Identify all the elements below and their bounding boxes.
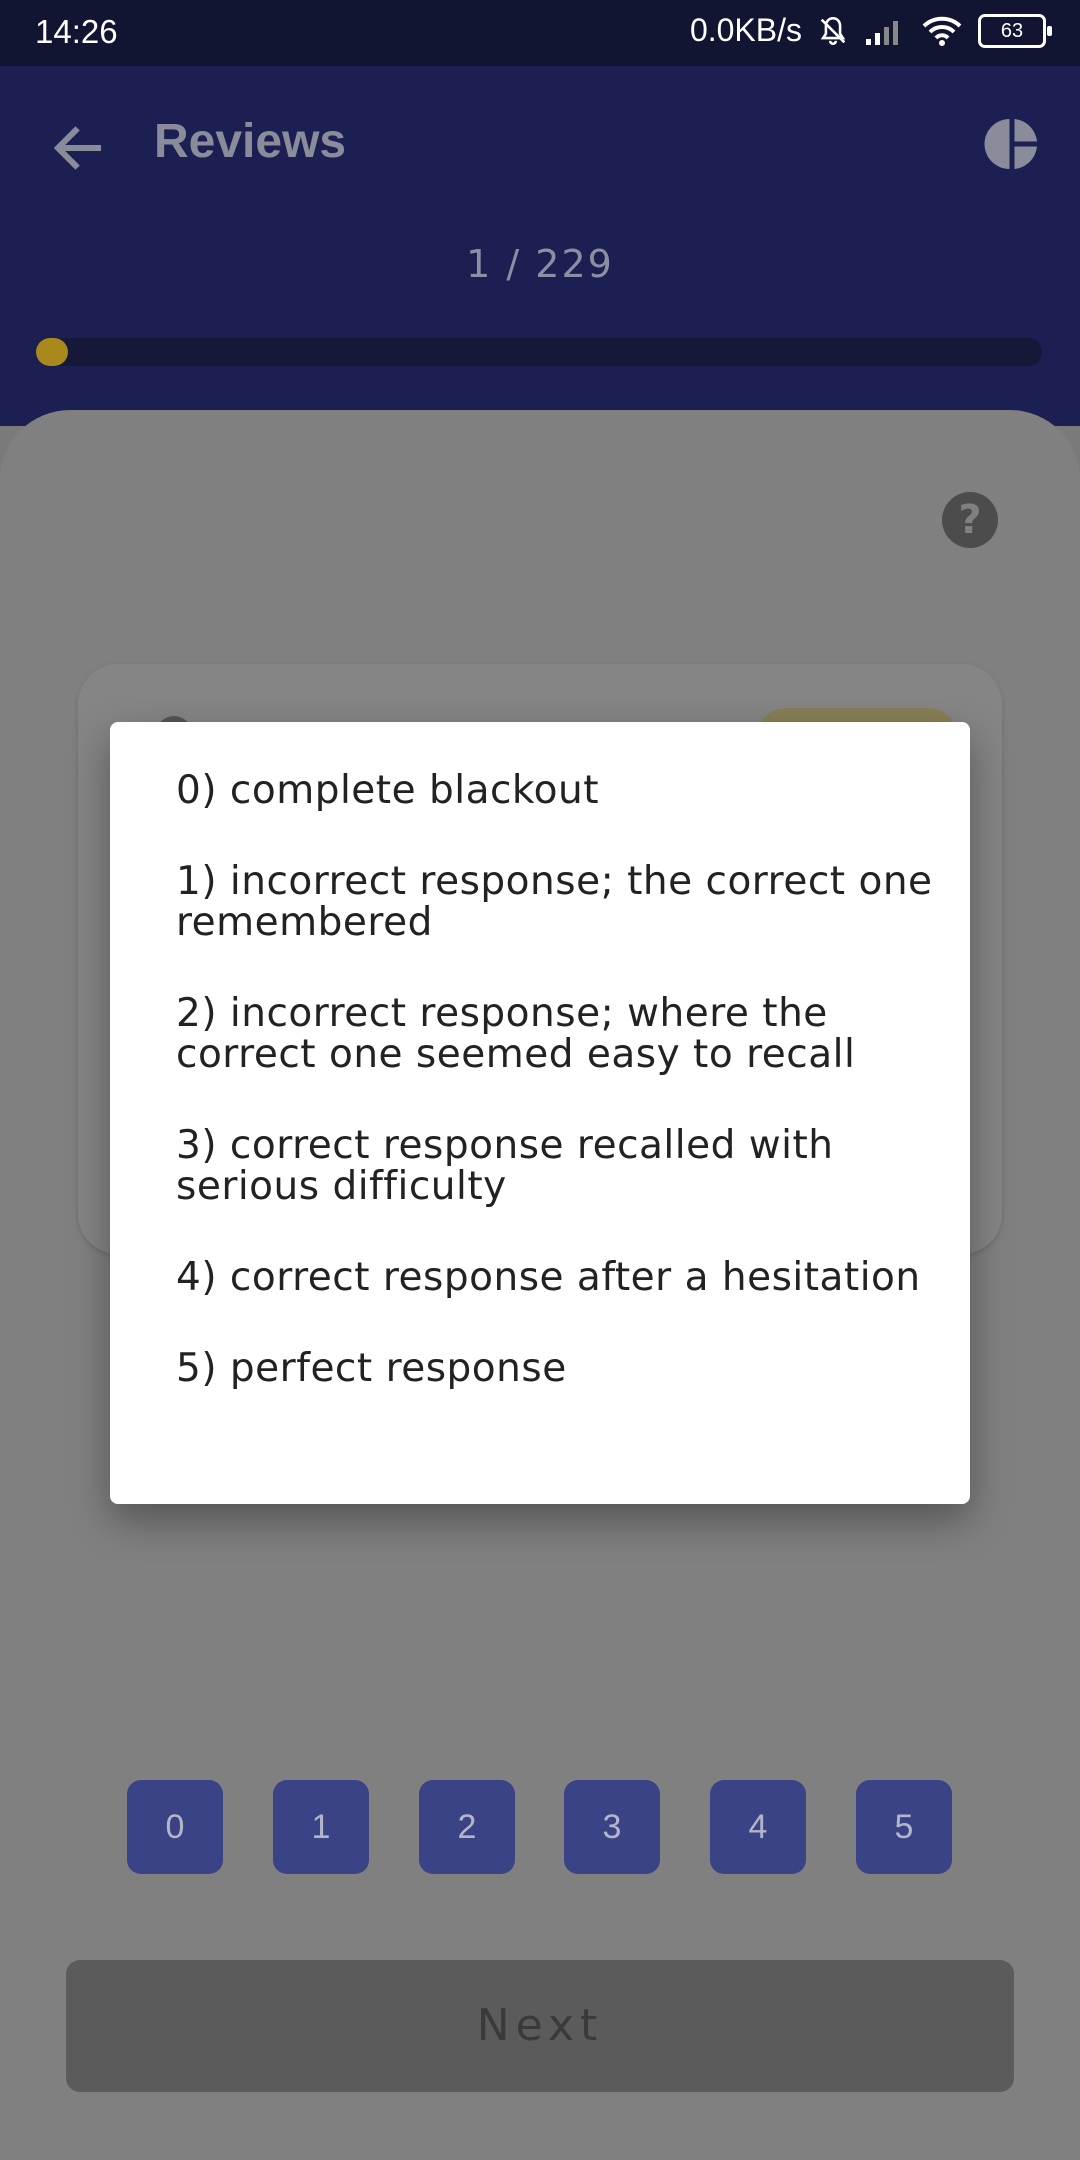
network-speed: 0.0KB/s <box>689 12 802 48</box>
review-progress-fill <box>36 338 68 366</box>
help-icon[interactable]: ? <box>942 492 998 548</box>
status-icons: 0.0KB/s 63 <box>689 12 1052 49</box>
battery-icon: 63 <box>978 13 1052 48</box>
rating-help-item: 2) incorrect response; where the correct… <box>176 991 856 1077</box>
status-time: 14:26 <box>35 13 118 50</box>
review-counter: 1 / 229 <box>466 242 614 286</box>
bell-muted-icon <box>820 16 846 45</box>
rate-button-2[interactable]: 2 <box>419 1780 515 1874</box>
rating-help-item: 4) correct response after a hesitation <box>176 1255 921 1300</box>
next-button[interactable]: Next <box>66 1960 1014 2092</box>
rating-help-item: 3) correct response recalled with seriou… <box>176 1123 834 1209</box>
pie-chart-icon[interactable] <box>982 114 1042 174</box>
signal-icon <box>866 20 898 45</box>
rate-button-4[interactable]: 4 <box>710 1780 806 1874</box>
rating-help-item: 5) perfect response <box>176 1346 567 1391</box>
rate-button-5[interactable]: 5 <box>856 1780 952 1874</box>
rate-button-1[interactable]: 1 <box>273 1780 369 1874</box>
rating-help-list: 0) complete blackout 1) incorrect respon… <box>176 770 936 1439</box>
page-title: Reviews <box>154 115 347 168</box>
back-arrow-icon[interactable] <box>48 118 108 178</box>
rate-button-3[interactable]: 3 <box>564 1780 660 1874</box>
rating-buttons: 0 1 2 3 4 5 <box>0 1780 1080 1874</box>
rating-help-item: 0) complete blackout <box>176 768 599 813</box>
rating-help-item: 1) incorrect response; the correct one r… <box>176 859 933 945</box>
rate-button-0[interactable]: 0 <box>127 1780 223 1874</box>
wifi-icon <box>922 16 962 46</box>
app-header: Reviews 1 / 229 <box>0 66 1080 426</box>
review-progress-bar <box>36 338 1042 366</box>
rating-help-dialog: 0) complete blackout 1) incorrect respon… <box>110 722 970 1504</box>
status-bar: 14:26 0.0KB/s 63 <box>0 0 1080 66</box>
